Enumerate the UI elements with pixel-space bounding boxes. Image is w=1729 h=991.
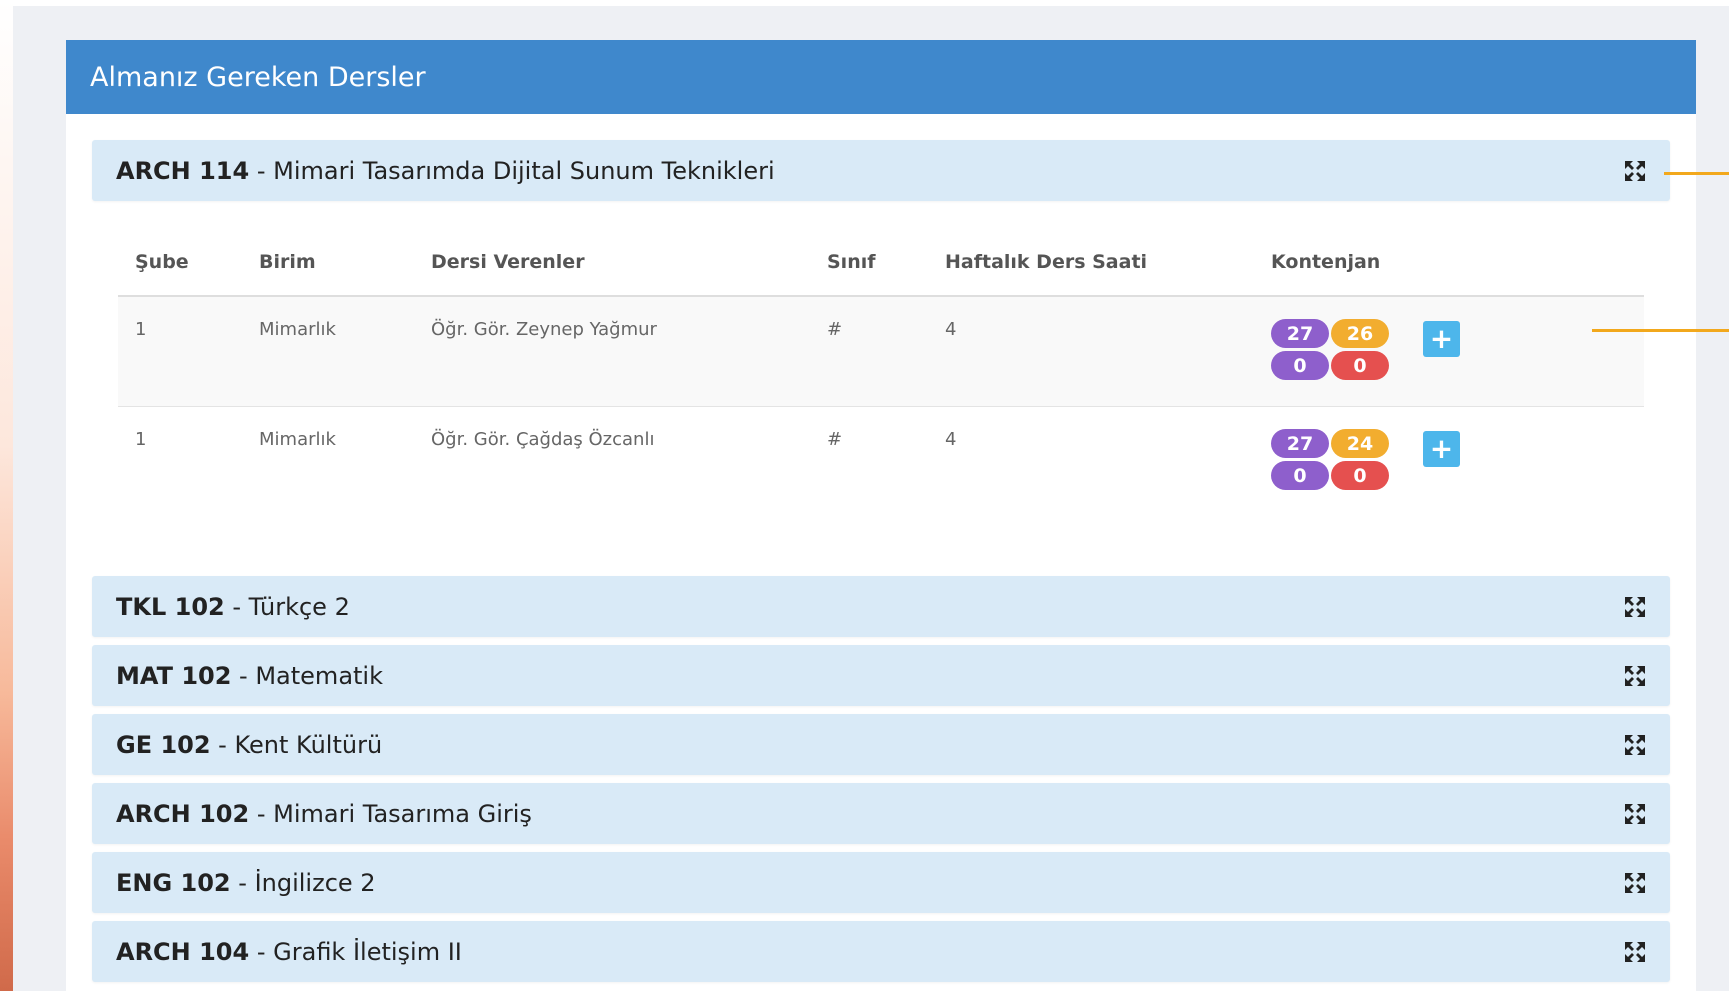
table-row: 1 Mimarlık Öğr. Gör. Çağdaş Özcanlı # 4 … — [118, 407, 1644, 517]
cell-instructor: Öğr. Gör. Çağdaş Özcanlı — [431, 429, 655, 450]
column-header-hours: Haftalık Ders Saati — [928, 231, 1254, 297]
course-name: Mimari Tasarıma Giriş — [273, 799, 532, 828]
quota-badge: 0 — [1271, 351, 1329, 380]
course-title: ARCH 102 - Mimari Tasarıma Giriş — [116, 800, 532, 828]
course-title: MAT 102 - Matematik — [116, 662, 383, 690]
cell-instructor: Öğr. Gör. Zeynep Yağmur — [414, 296, 810, 407]
column-header-sinif: Sınıf — [810, 231, 928, 297]
column-header-birim: Birim — [242, 231, 414, 297]
course-code: MAT 102 — [116, 661, 232, 690]
course-name: Türkçe 2 — [248, 592, 350, 621]
column-header-instructors: Dersi Verenler — [414, 231, 810, 297]
course-separator: - — [249, 156, 274, 185]
course-separator: - — [249, 937, 274, 966]
add-section-button[interactable]: + — [1423, 321, 1460, 357]
quota-group: 27 24 0 0 + — [1271, 429, 1644, 490]
background-decoration — [0, 0, 13, 991]
cell-sube: 1 — [118, 296, 242, 407]
quota-badges: 27 24 0 0 — [1271, 429, 1389, 490]
quota-badge: 0 — [1271, 461, 1329, 490]
quota-badge: 0 — [1331, 351, 1389, 380]
table-row: 1 Mimarlık Öğr. Gör. Zeynep Yağmur # 4 2… — [118, 296, 1644, 407]
expand-arrows-icon[interactable] — [1624, 734, 1646, 756]
column-header-sube: Şube — [118, 231, 242, 297]
course-bar-arch-104[interactable]: ARCH 104 - Grafik İletişim II — [92, 921, 1670, 982]
course-separator: - — [249, 799, 274, 828]
course-title: ARCH 104 - Grafik İletişim II — [116, 938, 462, 966]
cell-sube: 1 — [135, 429, 147, 450]
cell-sinif: # — [827, 429, 843, 450]
table-header-row: Şube Birim Dersi Verenler Sınıf Haftalık… — [118, 231, 1644, 297]
cell-quota: 27 26 0 0 + — [1254, 296, 1644, 407]
expand-arrows-icon[interactable] — [1624, 596, 1646, 618]
course-title: GE 102 - Kent Kültürü — [116, 731, 382, 759]
cell-birim: Mimarlık — [242, 296, 414, 407]
plus-icon: + — [1429, 322, 1454, 355]
course-bar-arch-102[interactable]: ARCH 102 - Mimari Tasarıma Giriş — [92, 783, 1670, 844]
course-separator: - — [231, 661, 256, 690]
course-list: ARCH 114 - Mimari Tasarımda Dijital Sunu… — [92, 140, 1670, 990]
cell-hours: 4 — [928, 296, 1254, 407]
course-bar-arch-114[interactable]: ARCH 114 - Mimari Tasarımda Dijital Sunu… — [92, 140, 1670, 201]
course-bar-tkl-102[interactable]: TKL 102 - Türkçe 2 — [92, 576, 1670, 637]
course-name: Matematik — [255, 661, 383, 690]
course-title: ARCH 114 - Mimari Tasarımda Dijital Sunu… — [116, 157, 775, 185]
cell-hours: 4 — [945, 429, 957, 450]
course-code: TKL 102 — [116, 592, 225, 621]
cell-birim: Mimarlık — [259, 429, 336, 450]
quota-badge: 0 — [1331, 461, 1389, 490]
course-sections-body: Şube Birim Dersi Verenler Sınıf Haftalık… — [92, 209, 1670, 576]
plus-icon: + — [1429, 432, 1454, 465]
cell-quota: 27 24 0 0 + — [1254, 407, 1644, 517]
expand-arrows-icon[interactable] — [1624, 160, 1646, 182]
panel-title: Almanız Gereken Dersler — [90, 61, 426, 93]
course-code: GE 102 — [116, 730, 211, 759]
expand-arrows-icon[interactable] — [1624, 941, 1646, 963]
expand-arrows-icon[interactable] — [1624, 872, 1646, 894]
course-title: TKL 102 - Türkçe 2 — [116, 593, 350, 621]
annotation-line — [1664, 172, 1729, 175]
course-code: ARCH 114 — [116, 156, 250, 185]
add-section-button[interactable]: + — [1423, 431, 1460, 467]
expand-arrows-icon[interactable] — [1624, 803, 1646, 825]
course-name: Grafik İletişim II — [273, 937, 462, 966]
course-code: ARCH 102 — [116, 799, 250, 828]
panel-header: Almanız Gereken Dersler — [66, 40, 1696, 114]
quota-badge: 27 — [1271, 319, 1329, 348]
course-name: Kent Kültürü — [234, 730, 383, 759]
course-name: İngilizce 2 — [254, 868, 376, 897]
quota-badge: 27 — [1271, 429, 1329, 458]
quota-badge: 26 — [1331, 319, 1389, 348]
course-separator: - — [224, 592, 249, 621]
expand-arrows-icon[interactable] — [1624, 665, 1646, 687]
column-header-quota: Kontenjan — [1254, 231, 1644, 297]
quota-badges: 27 26 0 0 — [1271, 319, 1389, 380]
course-separator: - — [210, 730, 235, 759]
course-name: Mimari Tasarımda Dijital Sunum Teknikler… — [273, 156, 775, 185]
annotation-line — [1592, 329, 1729, 332]
course-bar-ge-102[interactable]: GE 102 - Kent Kültürü — [92, 714, 1670, 775]
course-bar-eng-102[interactable]: ENG 102 - İngilizce 2 — [92, 852, 1670, 913]
quota-group: 27 26 0 0 + — [1271, 319, 1644, 380]
quota-badge: 24 — [1331, 429, 1389, 458]
course-separator: - — [230, 868, 255, 897]
course-title: ENG 102 - İngilizce 2 — [116, 869, 376, 897]
course-code: ENG 102 — [116, 868, 231, 897]
sections-table: Şube Birim Dersi Verenler Sınıf Haftalık… — [118, 231, 1644, 516]
required-courses-panel: Almanız Gereken Dersler ARCH 114 - Mimar… — [66, 40, 1696, 991]
course-code: ARCH 104 — [116, 937, 250, 966]
course-bar-mat-102[interactable]: MAT 102 - Matematik — [92, 645, 1670, 706]
cell-sinif: # — [810, 296, 928, 407]
